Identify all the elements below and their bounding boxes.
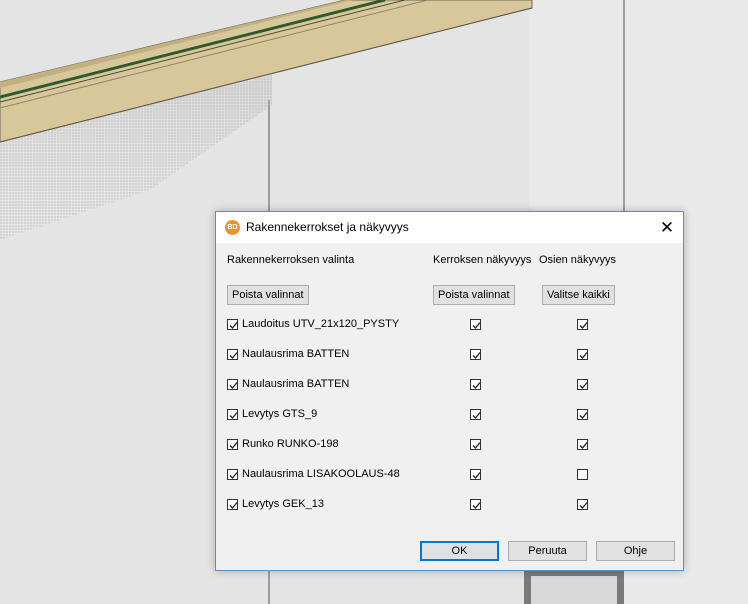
checkmark-icon (579, 322, 588, 329)
clear-selection-button[interactable]: Poista valinnat (227, 285, 309, 305)
layer-select-checkbox[interactable] (227, 319, 238, 330)
header-part-visibility: Osien näkyvyys (539, 254, 617, 266)
layer-name[interactable]: Levytys GTS_9 (242, 408, 317, 420)
layer-row: Laudoitus UTV_21x120_PYSTY (216, 318, 683, 349)
layers-visibility-dialog: BD Rakennekerrokset ja näkyvyys ✕ Rakenn… (215, 211, 684, 571)
checkmark-icon (229, 412, 238, 419)
layer-visibility-checkbox[interactable] (470, 469, 481, 480)
part-visibility-checkbox[interactable] (577, 499, 588, 510)
checkmark-icon (579, 442, 588, 449)
layer-select-checkbox[interactable] (227, 439, 238, 450)
layer-select-checkbox[interactable] (227, 499, 238, 510)
layer-row: Naulausrima BATTEN (216, 378, 683, 409)
checkmark-icon (229, 442, 238, 449)
layer-row: Runko RUNKO-198 (216, 438, 683, 469)
layer-visibility-checkbox[interactable] (470, 499, 481, 510)
checkmark-icon (472, 442, 481, 449)
layer-visibility-checkbox[interactable] (470, 349, 481, 360)
checkmark-icon (472, 472, 481, 479)
part-visibility-checkbox[interactable] (577, 439, 588, 450)
checkmark-icon (579, 502, 588, 509)
checkmark-icon (472, 322, 481, 329)
checkmark-icon (579, 382, 588, 389)
layer-visibility-checkbox[interactable] (470, 379, 481, 390)
layer-row: Naulausrima LISAKOOLAUS-48 (216, 468, 683, 499)
layer-select-checkbox[interactable] (227, 379, 238, 390)
layer-select-checkbox[interactable] (227, 469, 238, 480)
layer-row: Levytys GTS_9 (216, 408, 683, 439)
layer-name[interactable]: Naulausrima BATTEN (242, 348, 349, 360)
part-visibility-checkbox[interactable] (577, 469, 588, 480)
header-selection: Rakennekerroksen valinta (227, 254, 355, 266)
app-logo-icon: BD (225, 220, 240, 235)
close-icon[interactable]: ✕ (651, 212, 683, 243)
help-button[interactable]: Ohje (596, 541, 675, 561)
layer-select-checkbox[interactable] (227, 349, 238, 360)
checkmark-icon (229, 322, 238, 329)
layer-name[interactable]: Runko RUNKO-198 (242, 438, 339, 450)
part-visibility-checkbox[interactable] (577, 319, 588, 330)
part-visibility-checkbox[interactable] (577, 409, 588, 420)
select-all-parts-button[interactable]: Valitse kaikki (542, 285, 615, 305)
layer-row: Levytys GEK_13 (216, 498, 683, 529)
ok-button[interactable]: OK (420, 541, 499, 561)
checkmark-icon (579, 352, 588, 359)
checkmark-icon (579, 412, 588, 419)
layer-visibility-checkbox[interactable] (470, 439, 481, 450)
checkmark-icon (472, 502, 481, 509)
checkmark-icon (229, 472, 238, 479)
checkmark-icon (472, 352, 481, 359)
layer-name[interactable]: Naulausrima BATTEN (242, 378, 349, 390)
cancel-button[interactable]: Peruuta (508, 541, 587, 561)
layer-name[interactable]: Levytys GEK_13 (242, 498, 324, 510)
checkmark-icon (472, 382, 481, 389)
header-layer-visibility: Kerroksen näkyvyys (433, 254, 532, 266)
part-visibility-checkbox[interactable] (577, 379, 588, 390)
dialog-titlebar[interactable]: BD Rakennekerrokset ja näkyvyys ✕ (216, 212, 683, 243)
layer-visibility-checkbox[interactable] (470, 319, 481, 330)
layer-row: Naulausrima BATTEN (216, 348, 683, 379)
checkmark-icon (229, 352, 238, 359)
layer-name[interactable]: Laudoitus UTV_21x120_PYSTY (242, 318, 399, 330)
checkmark-icon (229, 502, 238, 509)
layer-name[interactable]: Naulausrima LISAKOOLAUS-48 (242, 468, 400, 480)
dialog-title: Rakennekerrokset ja näkyvyys (246, 220, 409, 234)
checkmark-icon (472, 412, 481, 419)
clear-layer-visibility-button[interactable]: Poista valinnat (433, 285, 515, 305)
layer-visibility-checkbox[interactable] (470, 409, 481, 420)
layer-select-checkbox[interactable] (227, 409, 238, 420)
checkmark-icon (229, 382, 238, 389)
part-visibility-checkbox[interactable] (577, 349, 588, 360)
